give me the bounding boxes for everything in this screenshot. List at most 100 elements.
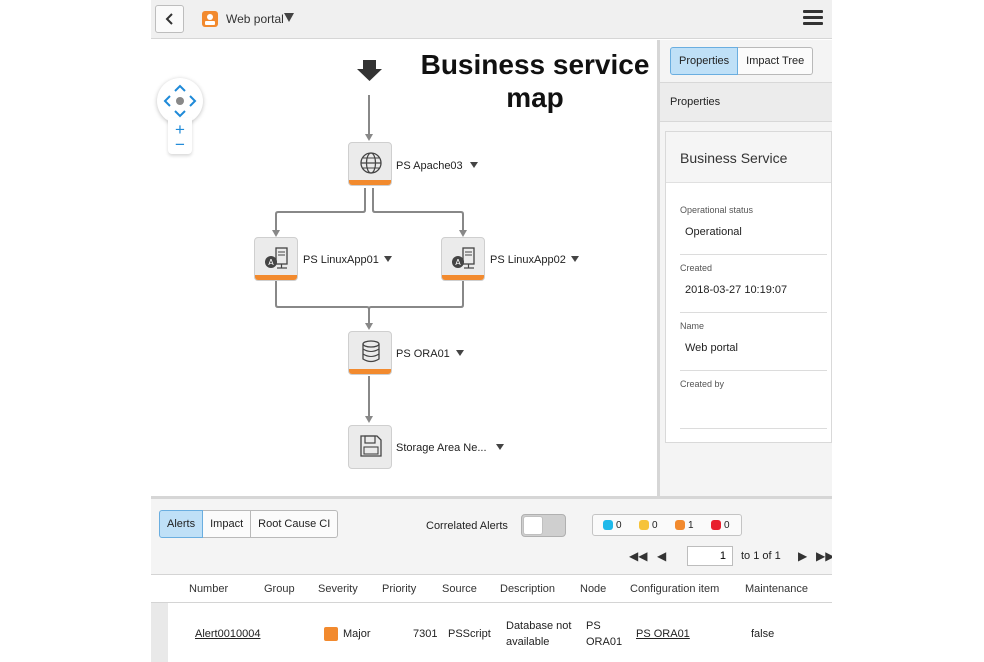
severity-counts: 0 0 1 0 xyxy=(592,514,742,536)
node-label-linuxapp01: PS LinuxApp01 xyxy=(303,254,379,266)
title-dropdown-caret-icon[interactable] xyxy=(284,13,294,22)
alerts-tabs: Alerts Impact Root Cause CI xyxy=(159,510,339,538)
alert-ci-link[interactable]: PS ORA01 xyxy=(636,626,690,642)
map-connections xyxy=(272,60,467,423)
node-dropdown-caret-icon[interactable] xyxy=(470,162,478,168)
tab-impact-tree[interactable]: Impact Tree xyxy=(738,47,814,75)
critical-dot-icon xyxy=(711,520,721,530)
count-orange: 1 xyxy=(688,520,694,531)
col-priority[interactable]: Priority xyxy=(382,583,416,595)
tab-properties[interactable]: Properties xyxy=(670,47,739,75)
node-label-apache03: PS Apache03 xyxy=(396,160,463,172)
alert-maintenance: false xyxy=(751,628,775,640)
node-dropdown-caret-icon[interactable] xyxy=(384,256,392,262)
tab-alerts[interactable]: Alerts xyxy=(159,510,204,538)
field-divider xyxy=(680,428,827,429)
col-severity[interactable]: Severity xyxy=(318,583,358,595)
globe-icon xyxy=(360,152,382,174)
node-storage-area-network[interactable] xyxy=(348,425,392,469)
app-window: Web portal Business service map + − PS A… xyxy=(151,0,832,662)
node-ora01[interactable] xyxy=(348,331,392,375)
next-page-icon[interactable]: ▶ xyxy=(798,549,807,563)
col-node[interactable]: Node xyxy=(580,583,606,595)
correlated-alerts-label: Correlated Alerts xyxy=(426,520,508,532)
alert-number-link[interactable]: Alert0010004 xyxy=(195,626,260,642)
alerts-table-header: Number Group Severity Priority Source De… xyxy=(151,574,832,603)
alert-priority: 7301 xyxy=(413,628,438,640)
svg-text:A: A xyxy=(455,258,461,267)
tab-impact[interactable]: Impact xyxy=(203,510,252,538)
prev-page-icon[interactable]: ◀ xyxy=(657,549,666,563)
node-label-linuxapp02: PS LinuxApp02 xyxy=(490,254,566,266)
tab-root-cause-ci[interactable]: Root Cause CI xyxy=(251,510,339,538)
col-configuration-item[interactable]: Configuration item xyxy=(630,583,719,595)
node-dropdown-caret-icon[interactable] xyxy=(571,256,579,262)
field-divider xyxy=(680,254,827,255)
alert-source: PSScript xyxy=(448,628,491,640)
node-apache03[interactable] xyxy=(348,142,392,186)
service-title[interactable]: Web portal xyxy=(226,12,284,26)
field-label-name: Name xyxy=(680,321,705,331)
col-number[interactable]: Number xyxy=(189,583,228,595)
service-map-canvas[interactable]: Business service map + − PS Apache03 A P… xyxy=(151,40,657,496)
properties-panel: Properties Impact Tree Properties Busine… xyxy=(657,40,832,496)
panel-tabs: Properties Impact Tree xyxy=(670,47,814,75)
linux-server-icon: A xyxy=(452,247,475,269)
node-label-ora01: PS ORA01 xyxy=(396,348,450,360)
top-bar: Web portal xyxy=(151,0,832,39)
col-description[interactable]: Description xyxy=(500,583,555,595)
alert-severity: Major xyxy=(343,628,371,640)
business-service-icon xyxy=(202,11,218,27)
properties-section-header: Properties xyxy=(660,82,832,122)
business-service-card: Business Service Operational status Oper… xyxy=(665,131,832,443)
critical-info-dot-icon xyxy=(603,520,613,530)
toggle-knob xyxy=(523,516,543,535)
count-blue: 0 xyxy=(616,520,622,531)
back-button[interactable] xyxy=(155,5,184,33)
node-dropdown-caret-icon[interactable] xyxy=(496,444,504,450)
field-divider xyxy=(680,370,827,371)
field-value-operational-status: Operational xyxy=(685,226,742,238)
node-linuxapp02[interactable]: A xyxy=(441,237,485,281)
count-red: 0 xyxy=(724,520,730,531)
correlated-alerts-toggle[interactable] xyxy=(521,514,566,537)
svg-text:A: A xyxy=(268,258,274,267)
alert-description-line2: available xyxy=(506,636,550,648)
chevron-left-icon xyxy=(165,13,173,25)
node-status-stripe xyxy=(442,275,484,280)
database-icon xyxy=(362,340,380,363)
page-number-input[interactable] xyxy=(687,546,733,566)
page-total: to 1 of 1 xyxy=(741,550,781,562)
row-gutter xyxy=(151,603,168,662)
field-label-created-by: Created by xyxy=(680,379,725,389)
col-maintenance[interactable]: Maintenance xyxy=(745,583,808,595)
field-value-name: Web portal xyxy=(685,342,738,354)
warning-dot-icon xyxy=(639,520,649,530)
major-dot-icon xyxy=(675,520,685,530)
node-linuxapp01[interactable]: A xyxy=(254,237,298,281)
table-row[interactable]: Alert0010004 Major 7301 PSScript Databas… xyxy=(151,603,832,662)
alert-node-line1: PS xyxy=(586,620,601,632)
linux-server-icon: A xyxy=(265,247,288,269)
hamburger-menu-icon[interactable] xyxy=(803,10,823,28)
count-yellow: 0 xyxy=(652,520,658,531)
col-group[interactable]: Group xyxy=(264,583,295,595)
field-label-created: Created xyxy=(680,263,713,273)
alerts-panel: Alerts Impact Root Cause CI Correlated A… xyxy=(151,496,832,662)
node-status-stripe xyxy=(349,180,391,185)
node-dropdown-caret-icon[interactable] xyxy=(456,350,464,356)
severity-major-icon xyxy=(324,627,338,641)
field-value-created: 2018-03-27 10:19:07 xyxy=(685,284,788,296)
col-source[interactable]: Source xyxy=(442,583,477,595)
alert-description-line1: Database not xyxy=(506,620,572,632)
node-status-stripe xyxy=(349,369,391,374)
field-divider xyxy=(680,312,827,313)
card-title: Business Service xyxy=(666,132,831,183)
first-page-icon[interactable]: ◀◀ xyxy=(629,549,647,563)
storage-disk-icon xyxy=(360,435,382,457)
node-status-stripe xyxy=(255,275,297,280)
node-label-storage: Storage Area Ne... xyxy=(396,442,487,454)
field-label-operational-status: Operational status xyxy=(680,205,754,215)
alert-node-line2: ORA01 xyxy=(586,636,623,648)
last-page-icon[interactable]: ▶▶ xyxy=(816,549,832,563)
